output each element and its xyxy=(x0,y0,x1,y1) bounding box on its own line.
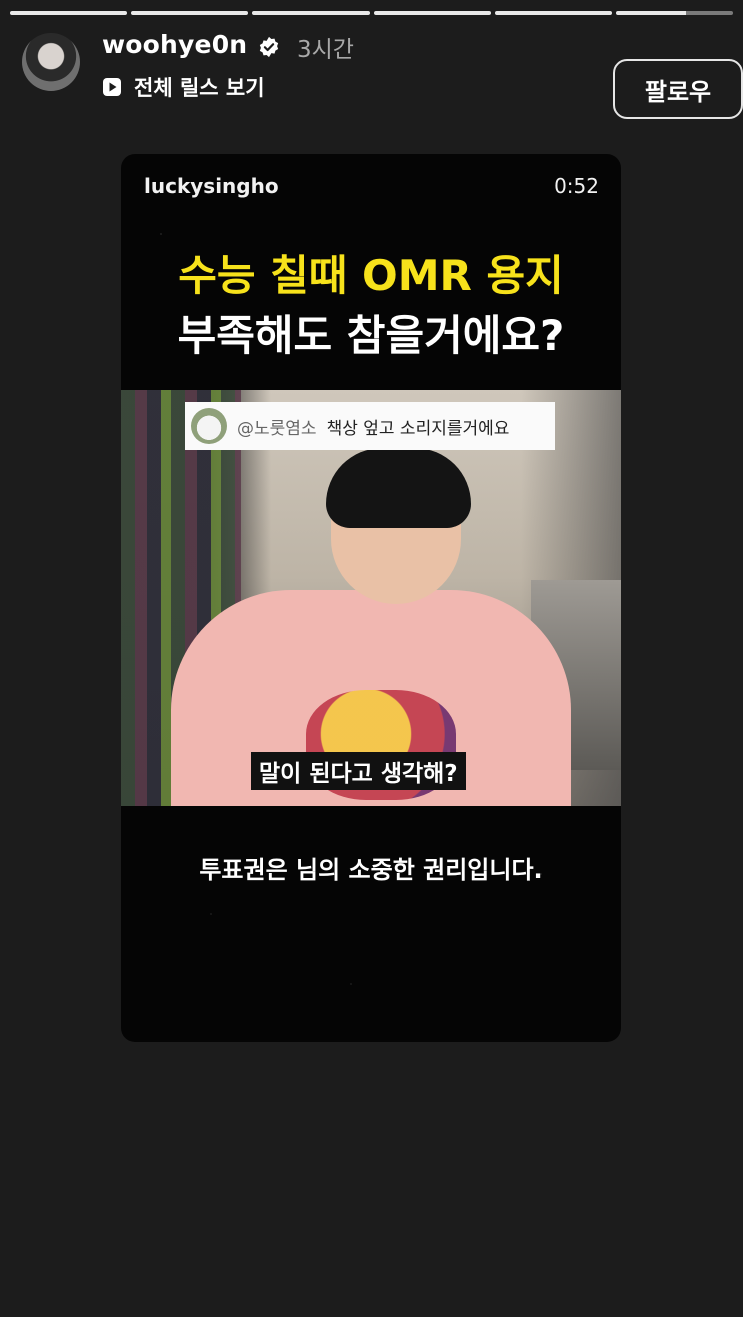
reel-caption: 투표권은 님의 소중한 권리입니다. xyxy=(199,856,543,884)
progress-segment xyxy=(10,11,128,15)
reel-author[interactable]: luckysingho xyxy=(144,174,279,198)
comment-avatar xyxy=(191,408,227,444)
story-progress-bar xyxy=(10,11,734,15)
username[interactable]: woohye0n xyxy=(102,30,247,59)
reel-card[interactable]: luckysingho 0:52 수능 칠때 OMR 용지 부족해도 참을거에요… xyxy=(121,154,621,1042)
view-all-reels-link[interactable]: 전체 릴스 보기 xyxy=(102,72,265,102)
follow-button[interactable]: 팔로우 xyxy=(613,59,743,119)
reel-title-line2: 부족해도 참을거에요? xyxy=(177,311,565,360)
progress-segment xyxy=(252,11,370,15)
reel-title-line1: 수능 칠때 OMR 용지 xyxy=(178,251,564,300)
progress-segment xyxy=(373,11,491,15)
profile-avatar[interactable] xyxy=(22,33,80,91)
verified-badge-icon xyxy=(259,36,279,58)
post-time: 3시간 xyxy=(297,37,354,63)
view-all-reels-label: 전체 릴스 보기 xyxy=(134,76,265,100)
comment-text: 책상 엎고 소리지를거에요 xyxy=(326,418,510,439)
video-person-hair xyxy=(326,448,471,528)
progress-segment xyxy=(131,11,249,15)
progress-segment xyxy=(494,11,612,15)
reels-play-icon xyxy=(103,78,121,96)
story-header: woohye0n 3시간 전체 릴스 보기 팔로우 xyxy=(22,30,743,119)
comment-username: @노룻염소 xyxy=(237,418,317,439)
progress-segment-current xyxy=(615,11,734,15)
comment-overlay: @노룻염소 책상 엎고 소리지를거에요 xyxy=(185,402,555,450)
video-subtitle: 말이 된다고 생각해? xyxy=(251,752,466,790)
reel-duration: 0:52 xyxy=(554,174,599,198)
reel-video-frame[interactable]: @노룻염소 책상 엎고 소리지를거에요 말이 된다고 생각해? xyxy=(121,390,621,806)
